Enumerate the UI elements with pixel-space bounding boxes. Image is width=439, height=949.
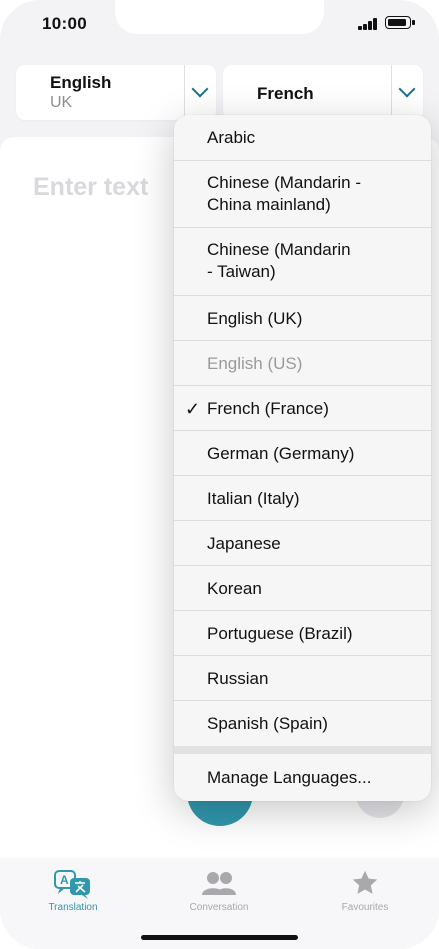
- menu-section-divider: [174, 746, 431, 754]
- svg-text:A: A: [60, 873, 69, 887]
- language-option-arabic[interactable]: Arabic: [174, 115, 431, 161]
- option-label: Russian: [207, 669, 269, 688]
- option-label: Korean: [207, 579, 262, 598]
- language-option-english-us: English (US): [174, 341, 431, 386]
- language-option-portuguese[interactable]: Portuguese (Brazil): [174, 611, 431, 656]
- home-indicator: [141, 935, 298, 940]
- chevron-down-icon[interactable]: [191, 80, 209, 98]
- tab-favourites-label: Favourites: [341, 902, 389, 913]
- language-option-japanese[interactable]: Japanese: [174, 521, 431, 566]
- option-label: French (France): [207, 399, 329, 418]
- manage-languages-button[interactable]: Manage Languages...: [174, 754, 431, 801]
- language-option-english-uk[interactable]: English (UK): [174, 296, 431, 341]
- status-bar: 10:00: [0, 0, 439, 52]
- option-label: Spanish (Spain): [207, 714, 328, 733]
- option-label: Portuguese (Brazil): [207, 624, 353, 643]
- language-option-korean[interactable]: Korean: [174, 566, 431, 611]
- translate-icon: A: [54, 870, 90, 899]
- tab-conversation-label: Conversation: [189, 902, 249, 913]
- option-label: English (US): [207, 354, 303, 373]
- selector-divider: [184, 65, 185, 120]
- option-label: Arabic: [207, 128, 256, 147]
- cellular-signal-icon: [358, 18, 378, 30]
- source-language-name: English: [50, 73, 112, 92]
- phone-screen: 10:00 English UK French Enter text Arabi…: [0, 0, 439, 949]
- source-language-selector[interactable]: English UK: [16, 65, 216, 120]
- tab-conversation[interactable]: Conversation: [164, 866, 274, 916]
- target-language-name: French: [257, 84, 314, 103]
- enter-text-placeholder[interactable]: Enter text: [33, 173, 148, 202]
- option-label: English (UK): [207, 309, 303, 328]
- option-label: Manage Languages...: [207, 768, 372, 787]
- tab-translation-label: Translation: [48, 902, 98, 913]
- language-option-german[interactable]: German (Germany): [174, 431, 431, 476]
- option-label: German (Germany): [207, 444, 355, 463]
- status-time: 10:00: [42, 14, 87, 33]
- option-label: Chinese (Mandarin - Taiwan): [207, 240, 351, 281]
- notch: [115, 0, 324, 34]
- language-dropdown-menu: Arabic Chinese (Mandarin - China mainlan…: [174, 115, 431, 801]
- language-option-french-france[interactable]: ✓ French (France): [174, 386, 431, 431]
- tab-favourites[interactable]: Favourites: [310, 866, 420, 916]
- language-option-italian[interactable]: Italian (Italy): [174, 476, 431, 521]
- battery-icon: [385, 16, 415, 29]
- language-option-russian[interactable]: Russian: [174, 656, 431, 701]
- tab-translation[interactable]: A Translation: [18, 866, 128, 916]
- language-option-chinese-mainland[interactable]: Chinese (Mandarin - China mainland): [174, 161, 431, 228]
- selector-divider: [391, 65, 392, 120]
- people-icon: [202, 872, 236, 895]
- target-language-selector[interactable]: French: [223, 65, 423, 120]
- option-label: Chinese (Mandarin - China mainland): [207, 173, 362, 214]
- language-option-spanish[interactable]: Spanish (Spain): [174, 701, 431, 746]
- source-language-region: UK: [50, 94, 73, 111]
- chevron-down-icon[interactable]: [398, 80, 416, 98]
- language-option-chinese-taiwan[interactable]: Chinese (Mandarin - Taiwan): [174, 228, 431, 296]
- checkmark-icon: ✓: [185, 399, 201, 419]
- option-label: Japanese: [207, 534, 281, 553]
- option-label: Italian (Italy): [207, 489, 300, 508]
- star-icon: [352, 870, 378, 894]
